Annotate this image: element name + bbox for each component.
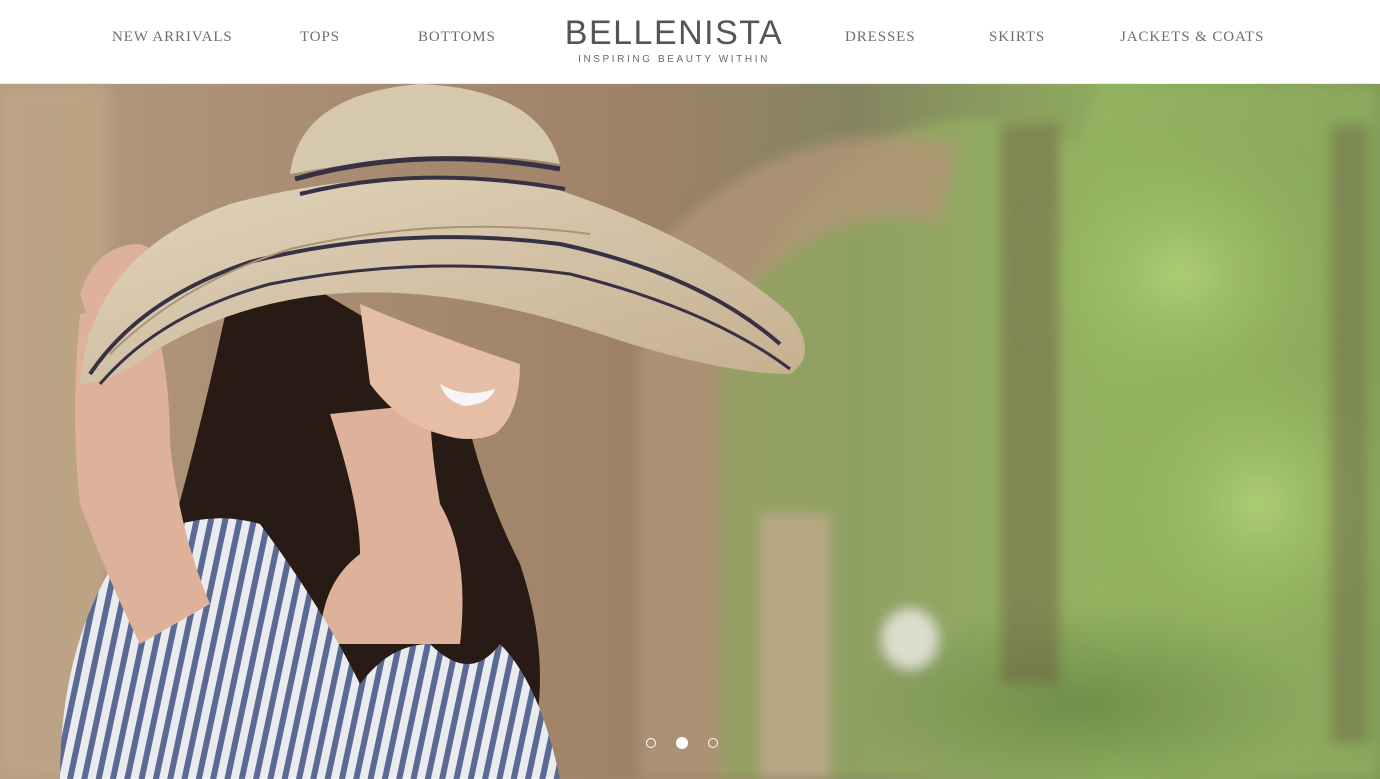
- logo-tagline: INSPIRING BEAUTY WITHIN: [578, 54, 770, 65]
- carousel-dot-1[interactable]: [646, 738, 656, 748]
- carousel-dot-3[interactable]: [708, 738, 718, 748]
- nav-skirts[interactable]: SKIRTS: [989, 29, 1045, 49]
- carousel-dot-2[interactable]: [676, 737, 688, 749]
- nav-bottoms[interactable]: BOTTOMS: [418, 29, 496, 49]
- hero-banner: [0, 84, 1380, 779]
- carousel-dots: [640, 733, 740, 753]
- nav-tops[interactable]: TOPS: [300, 29, 340, 49]
- site-header: NEW ARRIVALS TOPS BOTTOMS BELLENISTA INS…: [0, 0, 1380, 84]
- nav-new-arrivals[interactable]: NEW ARRIVALS: [112, 29, 233, 49]
- logo-title: BELLENISTA: [564, 14, 784, 52]
- brand-logo[interactable]: BELLENISTA INSPIRING BEAUTY WITHIN: [560, 14, 788, 68]
- hero-image: [0, 84, 1380, 779]
- nav-dresses[interactable]: DRESSES: [845, 29, 916, 49]
- nav-jackets-coats[interactable]: JACKETS & COATS: [1120, 29, 1264, 49]
